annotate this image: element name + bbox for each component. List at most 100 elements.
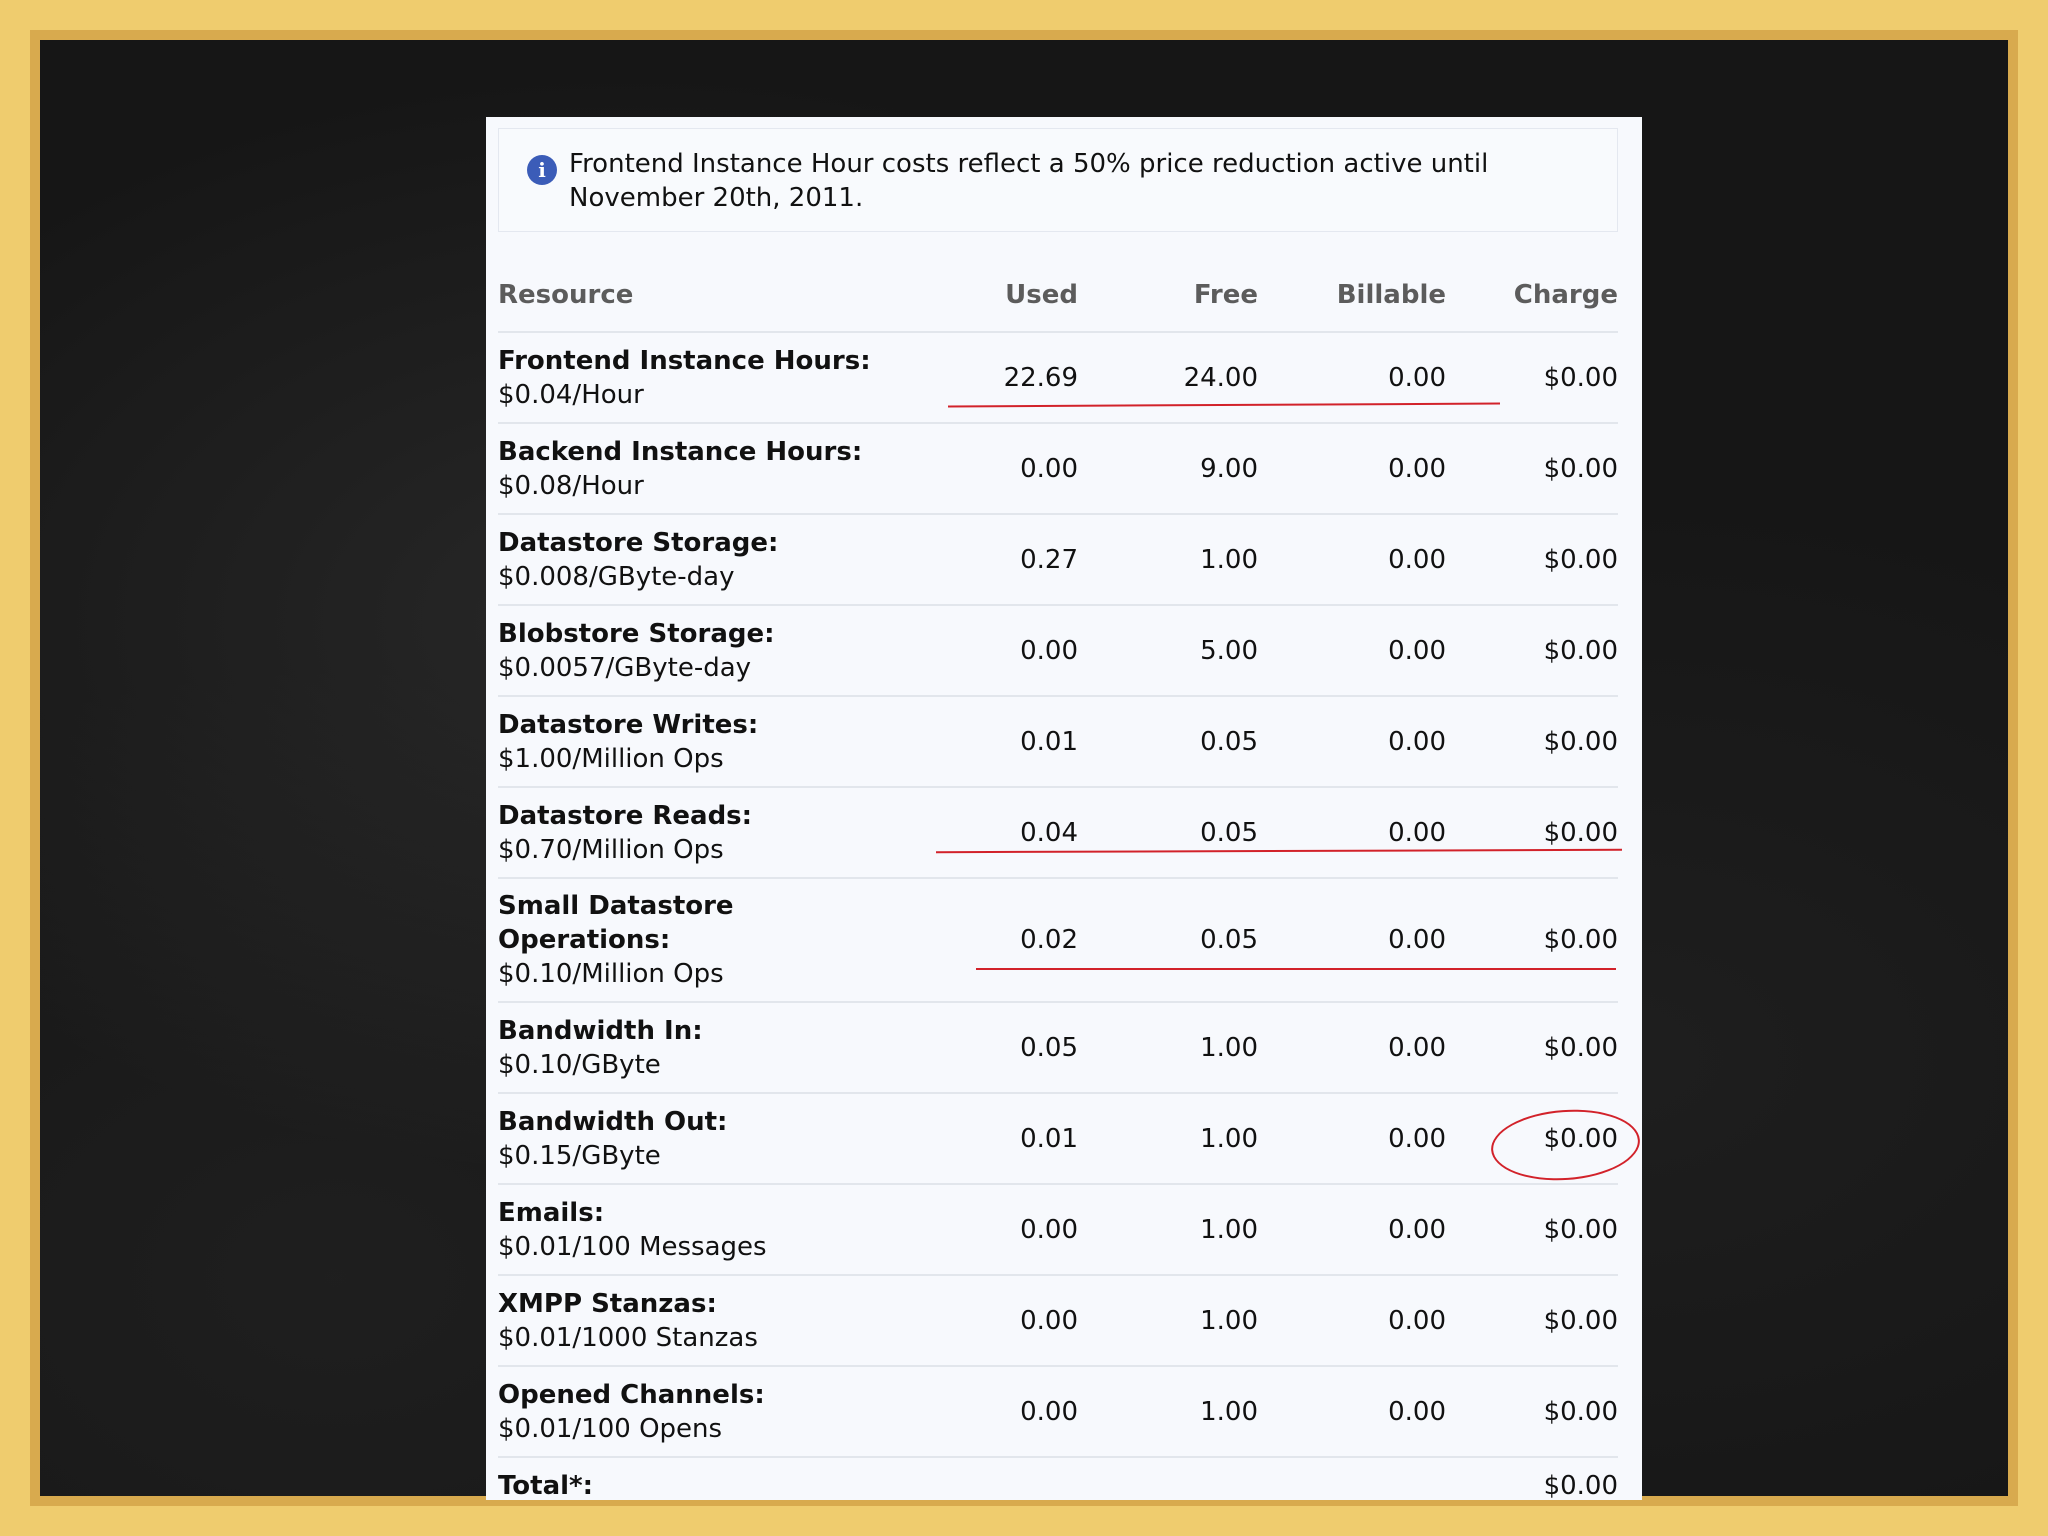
resource-name: Frontend Instance Hours: <box>498 345 871 376</box>
used-value: 0.01 <box>938 696 1078 788</box>
free-value: 1.00 <box>1078 1093 1258 1185</box>
resource-price: $0.70/Million Ops <box>498 834 724 865</box>
resource-name: Bandwidth Out: <box>498 1106 728 1137</box>
resource-price: $0.10/GByte <box>498 1049 661 1080</box>
total-empty-billable <box>1258 1457 1446 1514</box>
resource-name: Opened Channels: <box>498 1379 765 1410</box>
table-row-small-datastore-operations: Small Datastore Operations: $0.10/Millio… <box>498 878 1618 1003</box>
free-value: 0.05 <box>1078 696 1258 788</box>
billable-value: 0.00 <box>1258 1366 1446 1458</box>
charge-value: $0.00 <box>1446 605 1618 697</box>
free-value: 9.00 <box>1078 423 1258 515</box>
resource-price: $0.04/Hour <box>498 379 644 410</box>
resource-cell: Bandwidth In: $0.10/GByte <box>498 1002 938 1094</box>
used-value: 22.69 <box>938 332 1078 424</box>
charge-value: $0.00 <box>1446 1366 1618 1458</box>
charge-value: $0.00 <box>1446 1184 1618 1276</box>
resource-name: Datastore Writes: <box>498 709 759 740</box>
used-value: 0.01 <box>938 1093 1078 1185</box>
resource-price: $0.08/Hour <box>498 470 644 501</box>
resource-cell: Frontend Instance Hours: $0.04/Hour <box>498 332 938 424</box>
resource-name: Small Datastore Operations: <box>498 891 734 955</box>
used-value: 0.02 <box>938 878 1078 1003</box>
total-empty-used <box>938 1457 1078 1514</box>
table-row-datastore-storage: Datastore Storage: $0.008/GByte-day 0.27… <box>498 514 1618 606</box>
resource-price: $0.008/GByte-day <box>498 561 735 592</box>
billable-value: 0.00 <box>1258 605 1446 697</box>
billable-value: 0.00 <box>1258 423 1446 515</box>
charge-value: $0.00 <box>1446 1002 1618 1094</box>
resource-usage-table: Resource Used Free Billable Charge Front… <box>498 259 1618 1514</box>
billable-value: 0.00 <box>1258 1002 1446 1094</box>
free-value: 0.05 <box>1078 878 1258 1003</box>
resource-cell: Datastore Writes: $1.00/Million Ops <box>498 696 938 788</box>
header-resource: Resource <box>498 259 938 333</box>
resource-cell: Datastore Reads: $0.70/Million Ops <box>498 787 938 879</box>
billable-value: 0.00 <box>1258 1275 1446 1367</box>
resource-price: $0.15/GByte <box>498 1140 661 1171</box>
free-value: 0.05 <box>1078 787 1258 879</box>
resource-name: Backend Instance Hours: <box>498 436 863 467</box>
table-row-bandwidth-out: Bandwidth Out: $0.15/GByte 0.01 1.00 0.0… <box>498 1093 1618 1185</box>
price-notice: i Frontend Instance Hour costs reflect a… <box>498 128 1618 232</box>
resource-cell: Opened Channels: $0.01/100 Opens <box>498 1366 938 1458</box>
billable-value: 0.00 <box>1258 514 1446 606</box>
chalkboard-background: i Frontend Instance Hour costs reflect a… <box>40 40 2008 1501</box>
annotation-underline-small-ops <box>976 968 1616 970</box>
free-value: 1.00 <box>1078 1275 1258 1367</box>
table-row-bandwidth-in: Bandwidth In: $0.10/GByte 0.05 1.00 0.00… <box>498 1002 1618 1094</box>
used-value: 0.00 <box>938 605 1078 697</box>
header-used: Used <box>938 259 1078 333</box>
charge-value: $0.00 <box>1446 696 1618 788</box>
used-value: 0.00 <box>938 1366 1078 1458</box>
free-value: 5.00 <box>1078 605 1258 697</box>
total-charge-value: $0.00 <box>1543 1471 1618 1501</box>
charge-value: $0.00 <box>1446 1275 1618 1367</box>
used-value: 0.04 <box>938 787 1078 879</box>
free-value: 24.00 <box>1078 332 1258 424</box>
billing-sheet: i Frontend Instance Hour costs reflect a… <box>486 117 1643 1501</box>
used-value: 0.27 <box>938 514 1078 606</box>
resource-name: Emails: <box>498 1197 605 1228</box>
table-row-datastore-writes: Datastore Writes: $1.00/Million Ops 0.01… <box>498 696 1618 788</box>
resource-name: Datastore Storage: <box>498 527 779 558</box>
resource-price: $0.01/100 Opens <box>498 1413 723 1444</box>
table-row-opened-channels: Opened Channels: $0.01/100 Opens 0.00 1.… <box>498 1366 1618 1458</box>
resource-price: $0.10/Million Ops <box>498 959 724 989</box>
charge-value: $0.00 <box>1446 787 1618 879</box>
charge-value: $0.00 <box>1446 423 1618 515</box>
resource-price: $0.01/100 Messages <box>498 1231 767 1262</box>
used-value: 0.00 <box>938 1275 1078 1367</box>
billable-value: 0.00 <box>1258 787 1446 879</box>
resource-name: Bandwidth In: <box>498 1015 703 1046</box>
table-header-row: Resource Used Free Billable Charge <box>498 259 1618 333</box>
free-value: 1.00 <box>1078 514 1258 606</box>
table-row-xmpp-stanzas: XMPP Stanzas: $0.01/1000 Stanzas 0.00 1.… <box>498 1275 1618 1367</box>
table-row-datastore-reads: Datastore Reads: $0.70/Million Ops 0.04 … <box>498 787 1618 879</box>
table-row-backend-instance-hours: Backend Instance Hours: $0.08/Hour 0.00 … <box>498 423 1618 515</box>
table-row-frontend-instance-hours: Frontend Instance Hours: $0.04/Hour 22.6… <box>498 332 1618 424</box>
free-value: 1.00 <box>1078 1002 1258 1094</box>
billable-value: 0.00 <box>1258 1093 1446 1185</box>
charge-value: $0.00 <box>1446 332 1618 424</box>
billable-value: 0.00 <box>1258 1184 1446 1276</box>
resource-name: Datastore Reads: <box>498 800 753 831</box>
billable-value: 0.00 <box>1258 696 1446 788</box>
table-row-total: Total*: $0.00 <box>498 1457 1618 1514</box>
billable-value: 0.00 <box>1258 332 1446 424</box>
resource-cell: XMPP Stanzas: $0.01/1000 Stanzas <box>498 1275 938 1367</box>
info-icon: i <box>527 155 557 185</box>
resource-price: $0.0057/GByte-day <box>498 652 752 683</box>
charge-value: $0.00 <box>1446 514 1618 606</box>
table-row-emails: Emails: $0.01/100 Messages 0.00 1.00 0.0… <box>498 1184 1618 1276</box>
used-value: 0.05 <box>938 1002 1078 1094</box>
resource-price: $0.01/1000 Stanzas <box>498 1322 758 1353</box>
header-charge: Charge <box>1446 259 1618 333</box>
resource-price: $1.00/Million Ops <box>498 743 724 774</box>
header-billable: Billable <box>1258 259 1446 333</box>
resource-cell: Datastore Storage: $0.008/GByte-day <box>498 514 938 606</box>
table-row-blobstore-storage: Blobstore Storage: $0.0057/GByte-day 0.0… <box>498 605 1618 697</box>
used-value: 0.00 <box>938 1184 1078 1276</box>
resource-cell: Bandwidth Out: $0.15/GByte <box>498 1093 938 1185</box>
resource-cell: Backend Instance Hours: $0.08/Hour <box>498 423 938 515</box>
